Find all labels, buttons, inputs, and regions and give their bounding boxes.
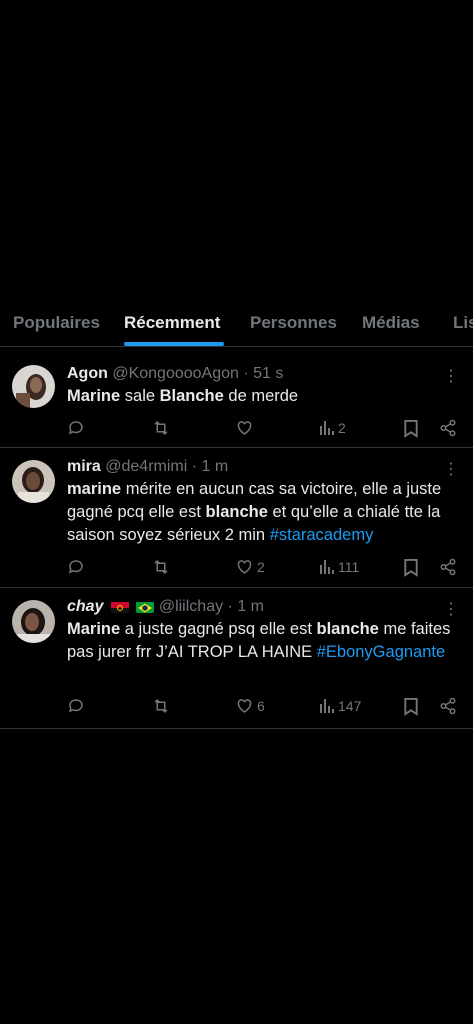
repost-icon [154, 559, 168, 575]
user-handle[interactable]: @de4rmimi [105, 458, 187, 475]
repost-button[interactable] [151, 695, 171, 717]
view-count: 147 [338, 698, 362, 714]
tweet-header: chay @liilchay · 1 m [67, 598, 264, 616]
heart-icon [237, 699, 252, 713]
highlight-term: marine [67, 480, 122, 498]
user-handle[interactable]: @KongooooAgon [112, 365, 239, 382]
highlight-term: Blanche [159, 387, 224, 405]
like-count: 6 [257, 698, 265, 714]
view-count: 111 [338, 559, 360, 575]
reply-icon [68, 421, 83, 435]
views-icon [320, 560, 334, 574]
search-tabs: Populaires Récemment Personnes Médias Li… [0, 300, 473, 347]
avatar[interactable] [12, 365, 55, 408]
views-button[interactable]: 111 [319, 556, 359, 578]
heart-icon [237, 421, 252, 435]
like-button[interactable] [235, 417, 257, 439]
text-segment: sale [120, 387, 160, 405]
tweet-text: Marine sale Blanche de merde [67, 385, 465, 408]
display-name[interactable]: Agon [67, 365, 108, 382]
timestamp[interactable]: · 51 s [243, 365, 283, 382]
share-icon [440, 419, 456, 437]
angola-flag-icon [110, 601, 129, 613]
views-button[interactable]: 147 [319, 695, 361, 717]
reply-button[interactable] [67, 417, 85, 439]
tweet[interactable]: chay @liilchay · 1 m ⋮ Marine a juste ga… [0, 588, 473, 729]
like-button[interactable]: 2 [235, 556, 265, 578]
reply-button[interactable] [67, 695, 85, 717]
like-count: 2 [257, 559, 265, 575]
user-handle[interactable]: @liilchay [159, 598, 223, 615]
bookmark-button[interactable] [403, 556, 419, 578]
views-icon [320, 421, 334, 435]
share-button[interactable] [439, 695, 457, 717]
bookmark-button[interactable] [403, 417, 419, 439]
brazil-flag-icon [136, 601, 155, 613]
tweet-actions: 6 147 [67, 695, 467, 717]
bookmark-icon [404, 558, 418, 577]
more-options-icon[interactable]: ⋮ [443, 459, 459, 479]
reply-icon [68, 699, 83, 713]
views-button[interactable]: 2 [319, 417, 346, 439]
share-button[interactable] [439, 556, 457, 578]
views-icon [320, 699, 334, 713]
share-icon [440, 558, 456, 576]
share-icon [440, 697, 456, 715]
timestamp[interactable]: · 1 m [192, 458, 228, 475]
bookmark-button[interactable] [403, 695, 419, 717]
avatar[interactable] [12, 460, 55, 503]
text-segment: de merde [223, 387, 299, 405]
tab-listes[interactable]: Lis [453, 313, 473, 333]
reply-button[interactable] [67, 556, 85, 578]
bookmark-icon [404, 419, 418, 438]
bookmark-icon [404, 697, 418, 716]
tab-populaires[interactable]: Populaires [13, 313, 100, 333]
tweet[interactable]: Agon @KongooooAgon · 51 s ⋮ Marine sale … [0, 350, 473, 448]
more-options-icon[interactable]: ⋮ [443, 366, 459, 386]
tweet-actions: 2 [67, 417, 467, 439]
tab-recemment[interactable]: Récemment [124, 313, 220, 333]
tweet-text: marine mérite en aucun cas sa victoire, … [67, 478, 465, 547]
highlight-term: blanche [205, 503, 268, 521]
tweet-header: mira @de4rmimi · 1 m [67, 458, 228, 476]
tweet-actions: 2 111 [67, 556, 467, 578]
tweet[interactable]: mira @de4rmimi · 1 m ⋮ marine mérite en … [0, 448, 473, 588]
share-button[interactable] [439, 417, 457, 439]
active-tab-indicator [124, 342, 224, 346]
display-name[interactable]: mira [67, 458, 101, 475]
repost-button[interactable] [151, 417, 171, 439]
more-options-icon[interactable]: ⋮ [443, 599, 459, 619]
highlight-term: Marine [67, 387, 121, 405]
avatar[interactable] [12, 600, 55, 643]
reply-icon [68, 560, 83, 574]
tab-personnes[interactable]: Personnes [250, 313, 337, 333]
view-count: 2 [338, 420, 346, 436]
hashtag-link[interactable]: #staracademy [270, 526, 374, 544]
repost-icon [154, 698, 168, 714]
repost-icon [154, 420, 168, 436]
hashtag-link[interactable]: #EbonyGagnante [317, 643, 445, 661]
display-name[interactable]: chay [67, 598, 103, 615]
tweet-header: Agon @KongooooAgon · 51 s [67, 365, 283, 383]
highlight-term: blanche [316, 620, 379, 638]
text-segment: a juste gagné psq elle est [120, 620, 317, 638]
like-button[interactable]: 6 [235, 695, 265, 717]
tab-medias[interactable]: Médias [362, 313, 420, 333]
highlight-term: Marine [67, 620, 121, 638]
tweet-text: Marine a juste gagné psq elle est blanch… [67, 618, 465, 664]
timestamp[interactable]: · 1 m [228, 598, 264, 615]
repost-button[interactable] [151, 556, 171, 578]
heart-icon [237, 560, 252, 574]
